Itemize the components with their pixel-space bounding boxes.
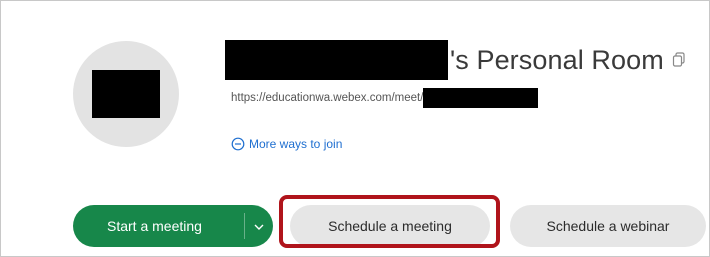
schedule-webinar-button[interactable]: Schedule a webinar	[510, 205, 706, 247]
schedule-meeting-button[interactable]: Schedule a meeting	[290, 205, 490, 247]
start-meeting-button[interactable]: Start a meeting	[73, 205, 273, 247]
more-ways-to-join-link[interactable]: More ways to join	[231, 135, 342, 153]
schedule-webinar-label: Schedule a webinar	[546, 218, 670, 234]
schedule-meeting-label: Schedule a meeting	[328, 218, 452, 234]
room-url-row: https://educationwa.webex.com/meet/	[231, 88, 539, 108]
copy-icon[interactable]	[672, 52, 686, 68]
avatar-redaction	[92, 70, 160, 118]
room-url: https://educationwa.webex.com/meet/	[231, 92, 424, 104]
room-title: 's Personal Room	[450, 44, 664, 75]
more-ways-label: More ways to join	[249, 137, 343, 151]
avatar	[73, 41, 179, 147]
button-divider	[244, 213, 245, 239]
start-meeting-label: Start a meeting	[107, 218, 202, 234]
name-redaction	[225, 40, 448, 80]
url-redaction	[423, 88, 539, 108]
chevron-down-icon[interactable]	[253, 220, 265, 232]
room-title-row: 's Personal Room	[225, 38, 686, 82]
collapse-circle-icon	[231, 137, 245, 151]
